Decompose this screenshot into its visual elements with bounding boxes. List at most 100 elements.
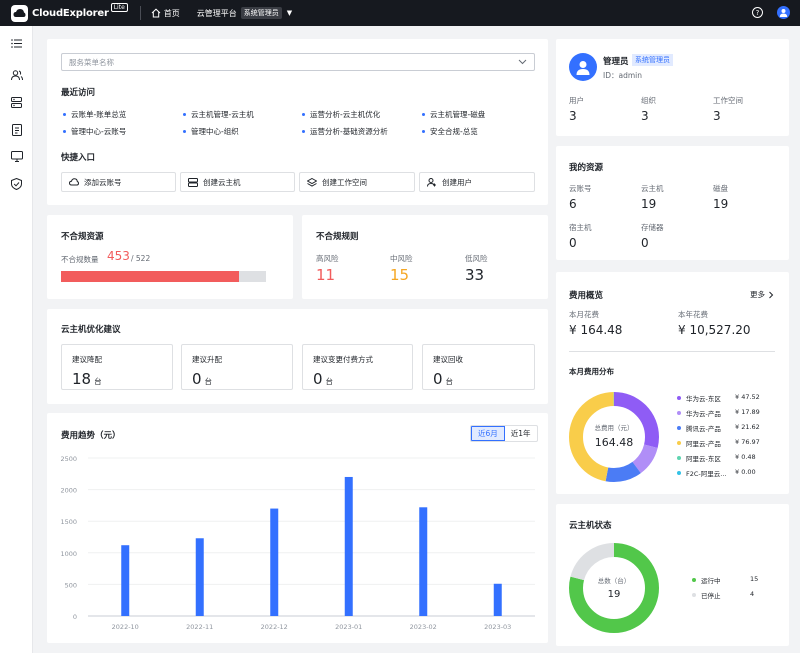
legend-value: ¥ 17.89: [735, 408, 760, 416]
resource-value[interactable]: 19: [641, 197, 656, 211]
legend-value: ¥ 21.62: [735, 423, 760, 431]
layers-icon: [307, 177, 317, 187]
recent-title: 最近访问: [61, 88, 96, 98]
legend-item[interactable]: 已停止: [692, 590, 721, 600]
logo[interactable]: CloudExplorer Lite: [11, 0, 128, 26]
rules-title: 不合规规则: [316, 232, 359, 242]
bar[interactable]: [419, 507, 428, 616]
legend-name: 华为云-东区: [686, 395, 721, 403]
create-user-button[interactable]: 创建用户: [419, 172, 535, 192]
help-icon[interactable]: ?: [752, 7, 763, 18]
mid-risk-label: 中风险: [390, 254, 413, 263]
home-label: 首页: [163, 8, 180, 18]
monitor-icon[interactable]: [10, 150, 23, 163]
y-tick-label: 2500: [60, 455, 77, 463]
low-risk-value[interactable]: 33: [465, 266, 484, 284]
legend-item[interactable]: 华为云-东区: [677, 393, 721, 403]
add-cloud-account-button[interactable]: 添加云账号: [61, 172, 176, 192]
legend-dot: [677, 471, 681, 475]
optimization-title: 云主机优化建议: [61, 325, 121, 335]
suggestion-label: 建议变更付费方式: [313, 355, 373, 364]
high-risk-value[interactable]: 11: [316, 266, 335, 284]
menu-list-icon[interactable]: [10, 37, 23, 50]
divider: [569, 351, 775, 352]
tab-6-months[interactable]: 近6月: [471, 426, 505, 441]
mid-risk-value[interactable]: 15: [390, 266, 409, 284]
y-tick-label: 1000: [60, 550, 77, 558]
suggestion-value-wrap: 0台: [433, 370, 453, 388]
user-stat-value[interactable]: 3: [713, 109, 721, 123]
x-tick-label: 2022-11: [186, 623, 213, 631]
user-avatar[interactable]: [777, 6, 790, 19]
service-menu-search[interactable]: 服务菜单名称: [61, 53, 535, 71]
tab-1-year[interactable]: 近1年: [505, 426, 537, 441]
shield-icon[interactable]: [10, 177, 23, 190]
change-billing-suggestion[interactable]: 建议变更付费方式 0台: [302, 344, 413, 390]
user-stat-value[interactable]: 3: [569, 109, 577, 123]
resource-value[interactable]: 0: [569, 236, 577, 250]
recent-item[interactable]: 运营分析-基础资源分析: [302, 126, 388, 137]
recent-item[interactable]: 安全合规-总览: [422, 126, 478, 137]
bar[interactable]: [195, 538, 204, 616]
suggestion-unit: 台: [204, 377, 213, 386]
donut-center-label: 总费用（元）: [594, 424, 634, 432]
bar[interactable]: [344, 476, 353, 616]
legend-dot: [692, 593, 696, 597]
suggestion-unit: 台: [445, 377, 454, 386]
x-tick-label: 2023-01: [335, 623, 362, 631]
y-tick-label: 0: [73, 613, 77, 621]
legend-item[interactable]: 运行中: [692, 575, 721, 585]
legend-item[interactable]: 阿里云-东区: [677, 453, 721, 463]
year-cost-value: ¥ 10,527.20: [678, 323, 751, 337]
quick-label: 创建云主机: [203, 177, 241, 187]
recent-item[interactable]: 云主机管理-云主机: [183, 109, 254, 120]
recent-item[interactable]: 运营分析-云主机优化: [302, 109, 380, 120]
sidebar: [0, 26, 33, 653]
home-link[interactable]: 首页: [151, 8, 180, 19]
resource-label: 宿主机: [569, 223, 592, 232]
cost-trend-title: 费用趋势（元）: [61, 431, 121, 441]
cost-distribution-title: 本月费用分布: [569, 367, 614, 376]
legend-name: F2C-阿里云...: [686, 470, 727, 478]
upgrade-suggestion[interactable]: 建议升配 0台: [181, 344, 293, 390]
create-workspace-button[interactable]: 创建工作空间: [299, 172, 415, 192]
bar[interactable]: [493, 583, 502, 616]
bar[interactable]: [270, 508, 279, 616]
month-cost-value: ¥ 164.48: [569, 323, 623, 337]
legend-item[interactable]: 腾讯云-产品: [677, 423, 721, 433]
server-icon[interactable]: [10, 96, 23, 109]
recent-item[interactable]: 云账单-账单总览: [63, 109, 126, 120]
y-tick-label: 500: [65, 581, 77, 589]
low-risk-label: 低风险: [465, 254, 488, 263]
bar[interactable]: [121, 545, 130, 616]
vm-center-value: 19: [607, 589, 621, 600]
legend-item[interactable]: 华为云-产品: [677, 408, 721, 418]
server-icon: [188, 177, 198, 187]
recent-item[interactable]: 管理中心-云账号: [63, 126, 126, 137]
legend-item[interactable]: F2C-阿里云...: [677, 468, 726, 478]
resource-value[interactable]: 6: [569, 197, 577, 211]
recycle-suggestion[interactable]: 建议回收 0台: [422, 344, 535, 390]
caret-down-icon[interactable]: ▼: [287, 9, 292, 17]
users-icon[interactable]: [10, 69, 23, 82]
user-id: ID：admin: [603, 71, 642, 80]
noncompliant-count[interactable]: 453: [107, 249, 130, 263]
legend-name: 华为云-产品: [686, 410, 721, 418]
resource-value[interactable]: 19: [713, 197, 728, 211]
document-icon[interactable]: [10, 123, 23, 136]
more-link[interactable]: 更多: [750, 289, 775, 300]
recent-item[interactable]: 管理中心-组织: [183, 126, 239, 137]
suggestion-value: 18: [72, 370, 92, 388]
cost-trend-chart: 0 500 1000 1500 2000 2500 2022-10 2022-11 2022-1…: [60, 455, 535, 631]
recent-item[interactable]: 云主机管理-磁盘: [422, 109, 485, 120]
legend-value: 15: [750, 575, 759, 583]
downgrade-suggestion[interactable]: 建议降配 18 台: [61, 344, 173, 390]
user-profile-avatar[interactable]: [569, 53, 597, 81]
platform-selector[interactable]: 云管理平台: [197, 8, 237, 19]
noncompliant-title: 不合规资源: [61, 232, 104, 242]
resource-value[interactable]: 0: [641, 236, 649, 250]
legend-item[interactable]: 阿里云-产品: [677, 438, 721, 448]
x-tick-label: 2022-12: [261, 623, 288, 631]
user-stat-value[interactable]: 3: [641, 109, 649, 123]
create-vm-button[interactable]: 创建云主机: [180, 172, 295, 192]
